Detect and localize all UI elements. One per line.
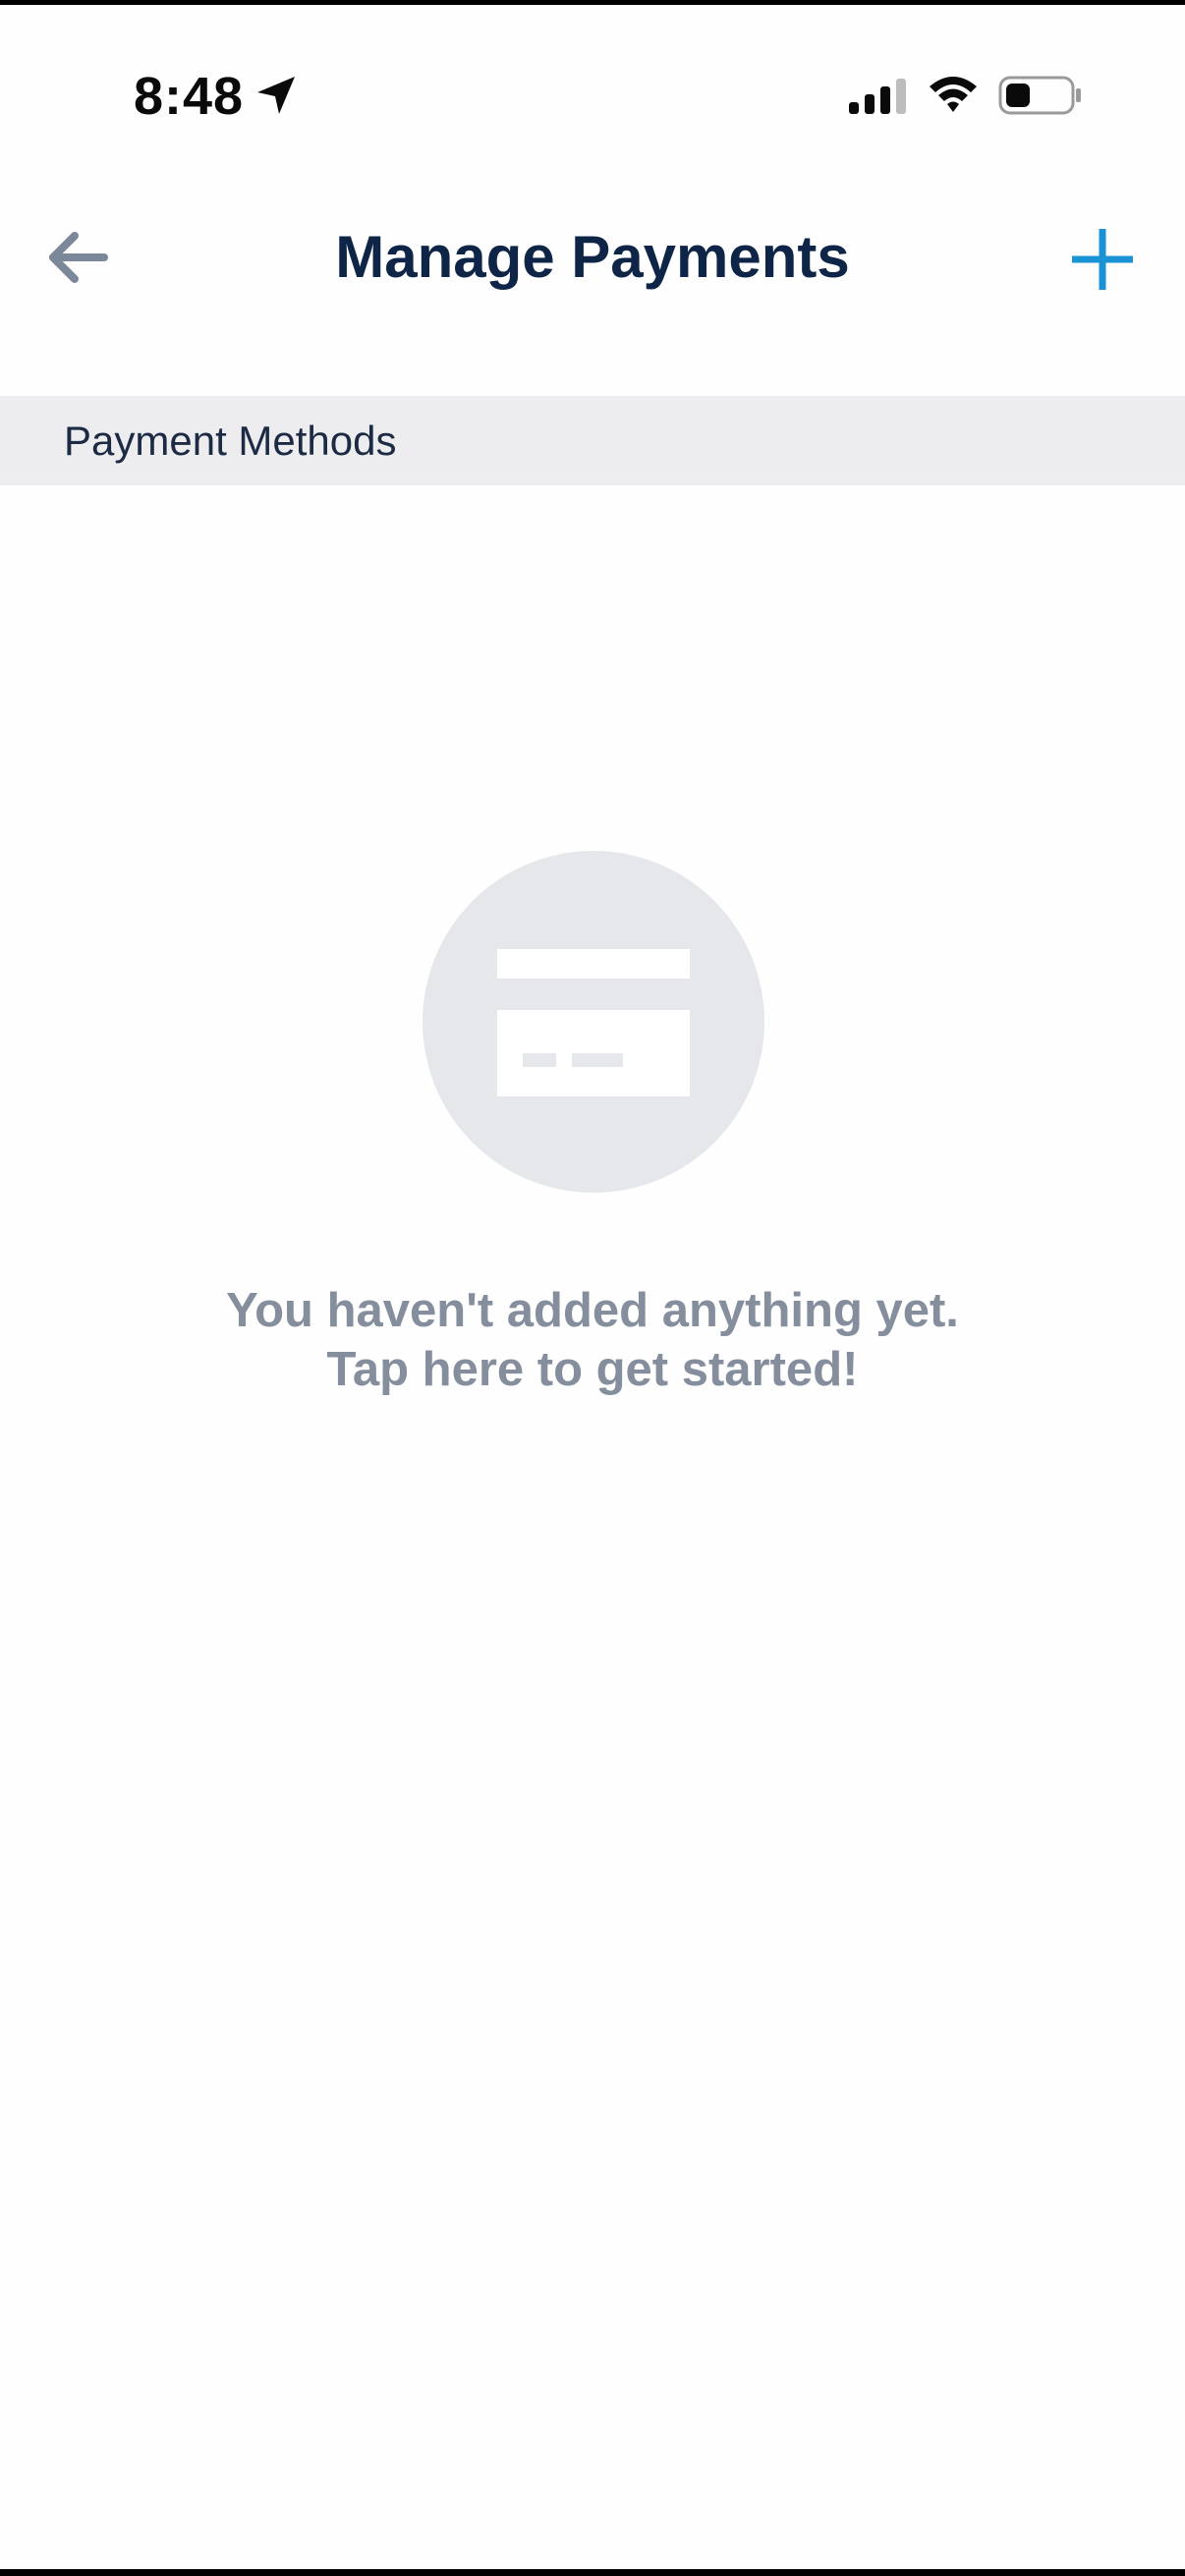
section-header: Payment Methods — [0, 396, 1185, 485]
wifi-icon — [930, 77, 977, 112]
location-arrow-icon — [257, 77, 295, 114]
battery-icon — [998, 76, 1081, 115]
top-edge — [0, 0, 1185, 5]
bottom-edge — [0, 2569, 1185, 2576]
empty-state-line-1: You haven't added anything yet. — [226, 1284, 959, 1337]
cellular-signal-icon — [849, 79, 906, 114]
status-time: 8:48 — [134, 67, 245, 126]
add-payment-button[interactable] — [1061, 218, 1144, 301]
page-title: Manage Payments — [335, 224, 850, 290]
empty-state-line-2: Tap here to get started! — [326, 1343, 859, 1396]
empty-state-illustration — [423, 851, 764, 1193]
screen: 8:48 Manage Payments Payment Methods You… — [0, 0, 1185, 2576]
empty-state-message: You haven't added anything yet. Tap here… — [0, 1281, 1185, 1399]
plus-icon — [1072, 229, 1133, 290]
section-title: Payment Methods — [64, 418, 397, 464]
credit-card-icon — [497, 949, 690, 1096]
